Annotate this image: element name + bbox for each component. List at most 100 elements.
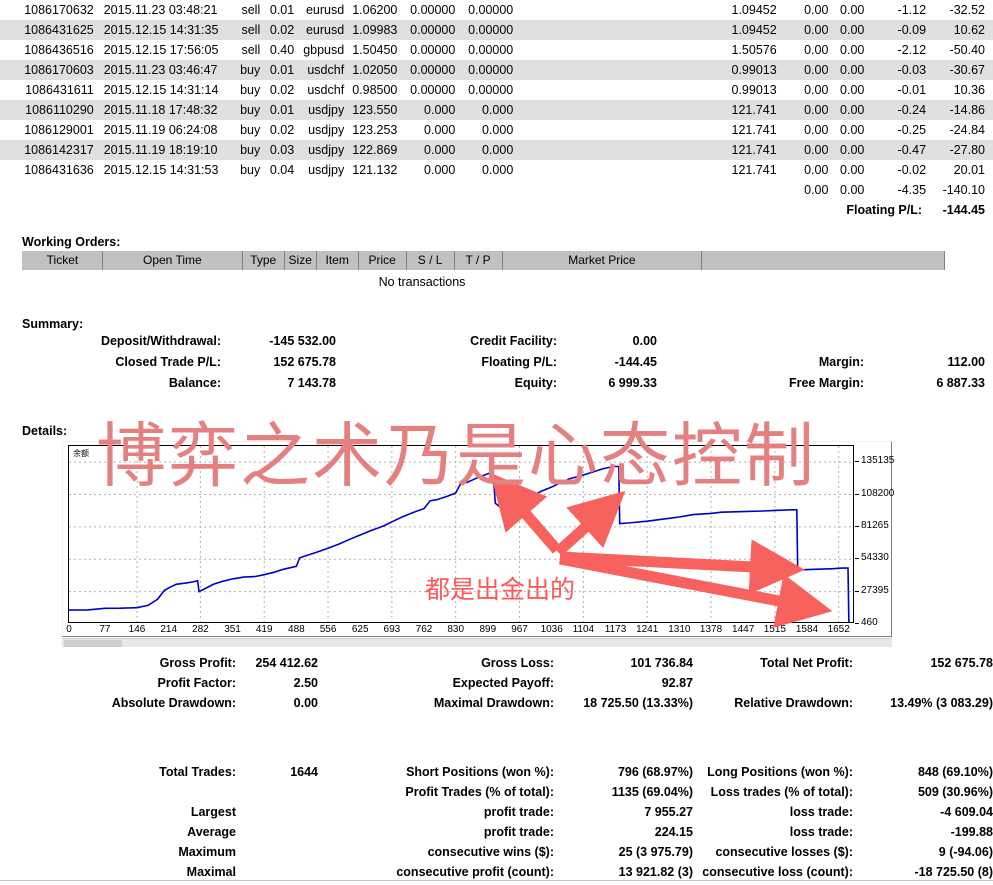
cell-spacer — [517, 60, 711, 80]
cell-swap: -0.24 — [868, 100, 930, 120]
table-row[interactable]: 10861423172015.11.19 18:19:10buy0.03usdj… — [0, 140, 993, 160]
stat-value — [860, 673, 993, 693]
cell-commission: 0.00 — [781, 40, 833, 60]
cell-market_price: 1.09452 — [711, 20, 781, 40]
cell-type: sell — [222, 0, 264, 20]
column-header-s-l[interactable]: S / L — [406, 251, 454, 270]
chart-x-tick-label: 556 — [320, 624, 337, 635]
table-row[interactable]: 10864365162015.12.15 17:56:05sell0.40gbp… — [0, 40, 993, 60]
cell-spacer — [517, 160, 711, 180]
summary-label: Closed Trade P/L: — [0, 352, 228, 373]
summary-row: Balance:7 143.78Equity:6 999.33Free Marg… — [0, 373, 993, 394]
cell-size: 0.01 — [264, 0, 298, 20]
stat-label: Long Positions (won %): — [693, 762, 860, 782]
stat-label: Maximal Drawdown: — [318, 693, 561, 713]
column-header-t-p[interactable]: T / P — [454, 251, 502, 270]
cell-tp: 0.000 — [459, 140, 517, 160]
summary-value: 6 999.33 — [564, 373, 657, 394]
table-row[interactable]: 10861706032015.11.23 03:46:47buy0.01usdc… — [0, 60, 993, 80]
chart-x-tick-label: 282 — [192, 624, 209, 635]
stat-label: Relative Drawdown: — [693, 693, 860, 713]
stat-label: Total Net Profit: — [693, 653, 860, 673]
chart-scrollbar-thumb[interactable] — [64, 640, 122, 647]
annotation-label: 都是出金出的 — [425, 570, 575, 606]
column-header-ticket[interactable]: Ticket — [23, 251, 103, 270]
balance-chart[interactable]: 余额 460273955433081265108200135135 077146… — [62, 441, 892, 637]
column-header-size[interactable]: Size — [284, 251, 316, 270]
cell-tp: 0.000 — [459, 120, 517, 140]
stat-value — [243, 782, 318, 802]
bottom-divider — [0, 880, 993, 881]
cell-ticket: 1086431625 — [0, 20, 100, 40]
cell-open_time: 2015.12.15 17:56:05 — [100, 40, 223, 60]
column-header-price[interactable]: Price — [358, 251, 406, 270]
cell-profit: 10.36 — [930, 80, 993, 100]
cell-swap: -0.02 — [868, 160, 930, 180]
cell-swap: -0.25 — [868, 120, 930, 140]
cell-size: 0.02 — [264, 20, 298, 40]
table-row[interactable]: 10861290012015.11.19 06:24:08buy0.02usdj… — [0, 120, 993, 140]
chart-x-tick-label: 419 — [256, 624, 273, 635]
cell-sl: 0.000 — [401, 100, 459, 120]
column-header-type[interactable]: Type — [242, 251, 284, 270]
cell-swap: -0.03 — [868, 60, 930, 80]
cell-price: 1.02050 — [348, 60, 401, 80]
column-header-open-time[interactable]: Open Time — [102, 251, 242, 270]
summary-value: 7 143.78 — [228, 373, 336, 394]
table-row[interactable]: 10864316112015.12.15 14:31:14buy0.02usdc… — [0, 80, 993, 100]
cell-taxes: 0.00 — [832, 40, 868, 60]
stat-label: consecutive loss (count): — [693, 862, 860, 882]
cell-ticket: 1086110290 — [0, 100, 100, 120]
table-row[interactable]: 10864316362015.12.15 14:31:53buy0.04usdj… — [0, 160, 993, 180]
chart-y-tick-label: 135135 — [861, 455, 894, 466]
cell-sl: 0.000 — [401, 140, 459, 160]
cell-type: buy — [222, 120, 264, 140]
summary-label: Credit Facility: — [396, 331, 564, 352]
cell-item: usdjpy — [298, 120, 348, 140]
column-header-market-price[interactable]: Market Price — [502, 251, 702, 270]
cell-commission: 0.00 — [781, 60, 833, 80]
summary-row: Deposit/Withdrawal:-145 532.00Credit Fac… — [0, 331, 993, 352]
cell-spacer — [517, 80, 711, 100]
summary-label — [723, 331, 871, 352]
cell-item: usdjpy — [298, 160, 348, 180]
cell-tp: 0.00000 — [459, 80, 517, 100]
stat-row: Profit Trades (% of total):1135 (69.04%)… — [0, 782, 993, 802]
cell-type: buy — [222, 100, 264, 120]
chart-y-tick-label: 108200 — [861, 488, 894, 499]
stat-label: consecutive profit (count): — [318, 862, 561, 882]
cell-ticket: 1086431636 — [0, 160, 100, 180]
summary-label: Free Margin: — [723, 373, 871, 394]
stat-row: Gross Profit:254 412.62Gross Loss:101 73… — [0, 653, 993, 673]
stat-label: Largest — [0, 802, 243, 822]
cell-open_time: 2015.12.15 14:31:14 — [100, 80, 223, 100]
stat-label: Average — [0, 822, 243, 842]
stat-value: 13 921.82 (3) — [561, 862, 693, 882]
cell-open_time: 2015.11.23 03:46:47 — [100, 60, 223, 80]
open-positions-table: 10861706322015.11.23 03:48:21sell0.01eur… — [0, 0, 993, 220]
cell-ticket: 1086436516 — [0, 40, 100, 60]
working-orders-section: TicketOpen TimeTypeSizeItemPriceS / LT /… — [22, 251, 945, 289]
stat-value: -4 609.04 — [860, 802, 993, 822]
cell-commission: 0.00 — [781, 20, 833, 40]
column-header-item[interactable]: Item — [316, 251, 358, 270]
summary-value: -144.45 — [564, 352, 657, 373]
cell-market_price: 121.741 — [711, 140, 781, 160]
chart-horizontal-scrollbar[interactable] — [62, 638, 892, 647]
chart-x-tick-label: 1584 — [796, 624, 818, 635]
cell-swap: -0.09 — [868, 20, 930, 40]
table-row[interactable]: 10861706322015.11.23 03:48:21sell0.01eur… — [0, 0, 993, 20]
stat-value: 1644 — [243, 762, 318, 782]
column-header-blank[interactable] — [702, 251, 945, 270]
cell-swap: -2.12 — [868, 40, 930, 60]
table-row[interactable]: 10861102902015.11.18 17:48:32buy0.01usdj… — [0, 100, 993, 120]
cell-profit: 20.01 — [930, 160, 993, 180]
chart-x-tick-label: 1652 — [828, 624, 850, 635]
stat-label: loss trade: — [693, 822, 860, 842]
cell-open_time: 2015.11.18 17:48:32 — [100, 100, 223, 120]
cell-spacer — [517, 100, 711, 120]
table-row[interactable]: 10864316252015.12.15 14:31:35sell0.02eur… — [0, 20, 993, 40]
cell-profit: -24.84 — [930, 120, 993, 140]
stat-label: Gross Profit: — [0, 653, 243, 673]
cell-sl: 0.00000 — [401, 60, 459, 80]
